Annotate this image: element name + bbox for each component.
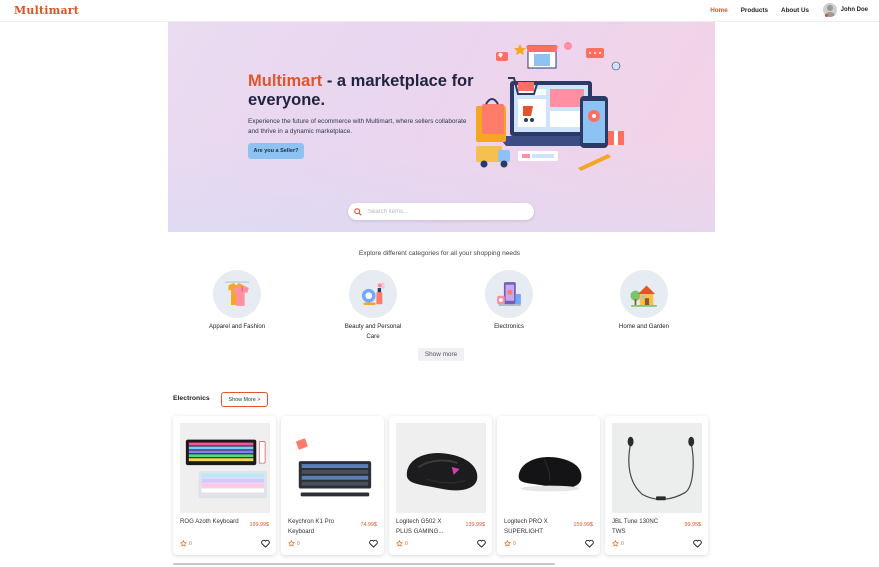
user-name: John Doe bbox=[840, 7, 868, 13]
heart-icon[interactable] bbox=[477, 539, 486, 548]
earphones-image bbox=[627, 436, 695, 501]
category-label: Apparel and Fashion bbox=[208, 323, 266, 330]
category-label: Electronics bbox=[494, 323, 524, 330]
category-apparel-fashion[interactable]: Apparel and Fashion bbox=[207, 270, 267, 332]
star-icon bbox=[612, 540, 619, 547]
product-rating: 0 bbox=[396, 540, 408, 547]
category-home-garden[interactable]: Home and Garden bbox=[614, 270, 674, 332]
product-image[interactable] bbox=[180, 423, 270, 513]
categories-heading: Explore different categories for all you… bbox=[358, 250, 521, 257]
product-rating: 0 bbox=[504, 540, 516, 547]
home-garden-icon bbox=[630, 285, 657, 307]
keyboard-image bbox=[185, 439, 268, 499]
product-card[interactable]: JBL Tune 130NC TWS 99.95$ 0 bbox=[605, 416, 708, 555]
product-image[interactable] bbox=[288, 423, 378, 513]
product-price: 199.99$ bbox=[249, 522, 270, 528]
star-icon bbox=[396, 540, 403, 547]
product-price: 74.99$ bbox=[360, 522, 378, 528]
product-card[interactable]: Logitech G502 X PLUS GAMING... 139.99$ 0 bbox=[389, 416, 492, 555]
product-rating: 0 bbox=[288, 540, 300, 547]
show-more-categories-button[interactable]: Show more bbox=[418, 348, 464, 361]
heart-icon[interactable] bbox=[693, 539, 702, 548]
heart-icon[interactable] bbox=[585, 539, 594, 548]
star-icon bbox=[504, 540, 511, 547]
category-label: Beauty and Personal Care bbox=[344, 323, 402, 340]
search-input[interactable] bbox=[368, 208, 518, 215]
star-icon bbox=[288, 540, 295, 547]
heart-icon[interactable] bbox=[369, 539, 378, 548]
nav-products[interactable]: Products bbox=[741, 7, 768, 14]
nav-home[interactable]: Home bbox=[710, 7, 728, 14]
keyboard-image bbox=[296, 438, 372, 497]
hero-title-brand: Multimart bbox=[248, 72, 323, 90]
product-price: 99.95$ bbox=[684, 522, 702, 528]
show-more-electronics-button[interactable]: Show More > bbox=[221, 392, 268, 407]
hero-banner: Multimart - a marketplace for everyone. … bbox=[168, 22, 715, 232]
nav-about-us[interactable]: About Us bbox=[781, 7, 809, 14]
product-name[interactable]: Keychron K1 Pro Keyboard bbox=[288, 517, 348, 537]
seller-button[interactable]: Are you a Seller? bbox=[248, 143, 304, 159]
hero-description: Experience the future of ecommerce with … bbox=[248, 118, 467, 135]
product-name[interactable]: Logitech PRO X SUPERLIGHT bbox=[504, 517, 564, 537]
mouse-image bbox=[406, 453, 478, 491]
product-price: 139.99$ bbox=[465, 522, 486, 528]
status-dot bbox=[825, 14, 828, 17]
rating-value: 0 bbox=[189, 540, 192, 547]
category-label: Home and Garden bbox=[618, 323, 670, 330]
logo[interactable]: Multimart bbox=[14, 4, 79, 17]
mouse-image bbox=[518, 456, 582, 492]
beauty-icon bbox=[361, 282, 385, 306]
hero-title: Multimart - a marketplace for everyone. bbox=[248, 72, 488, 110]
product-name[interactable]: Logitech G502 X PLUS GAMING... bbox=[396, 517, 456, 537]
product-name[interactable]: JBL Tune 130NC TWS bbox=[612, 517, 672, 537]
product-image[interactable] bbox=[396, 423, 486, 513]
star-icon bbox=[180, 540, 187, 547]
rating-value: 0 bbox=[621, 540, 624, 547]
horizontal-scrollbar[interactable] bbox=[173, 563, 555, 565]
product-card[interactable]: Logitech PRO X SUPERLIGHT 159.99$ 0 bbox=[497, 416, 600, 555]
rating-value: 0 bbox=[405, 540, 408, 547]
rating-value: 0 bbox=[297, 540, 300, 547]
user-menu[interactable]: John Doe bbox=[822, 3, 868, 17]
product-card[interactable]: Keychron K1 Pro Keyboard 74.99$ 0 bbox=[281, 416, 384, 555]
category-electronics[interactable]: Electronics bbox=[479, 270, 539, 332]
product-rating: 0 bbox=[612, 540, 624, 547]
section-title-electronics: Electronics bbox=[173, 395, 210, 402]
apparel-icon bbox=[225, 281, 249, 306]
product-price: 159.99$ bbox=[573, 522, 594, 528]
product-name[interactable]: ROG Azoth Keyboard bbox=[180, 517, 240, 527]
category-beauty-personal-care[interactable]: Beauty and Personal Care bbox=[343, 270, 403, 342]
product-rating: 0 bbox=[180, 540, 192, 547]
ecommerce-illustration bbox=[476, 42, 624, 171]
search-icon bbox=[354, 207, 362, 216]
nav-links: Home Products About Us bbox=[710, 7, 809, 14]
product-image[interactable] bbox=[612, 423, 702, 513]
heart-icon[interactable] bbox=[261, 539, 270, 548]
product-card[interactable]: ROG Azoth Keyboard 199.99$ 0 bbox=[173, 416, 276, 555]
product-image[interactable] bbox=[504, 423, 594, 513]
navbar: Multimart Home Products About Us John Do… bbox=[0, 0, 879, 22]
rating-value: 0 bbox=[513, 540, 516, 547]
electronics-icon bbox=[497, 282, 521, 306]
search-bar[interactable] bbox=[348, 203, 534, 220]
